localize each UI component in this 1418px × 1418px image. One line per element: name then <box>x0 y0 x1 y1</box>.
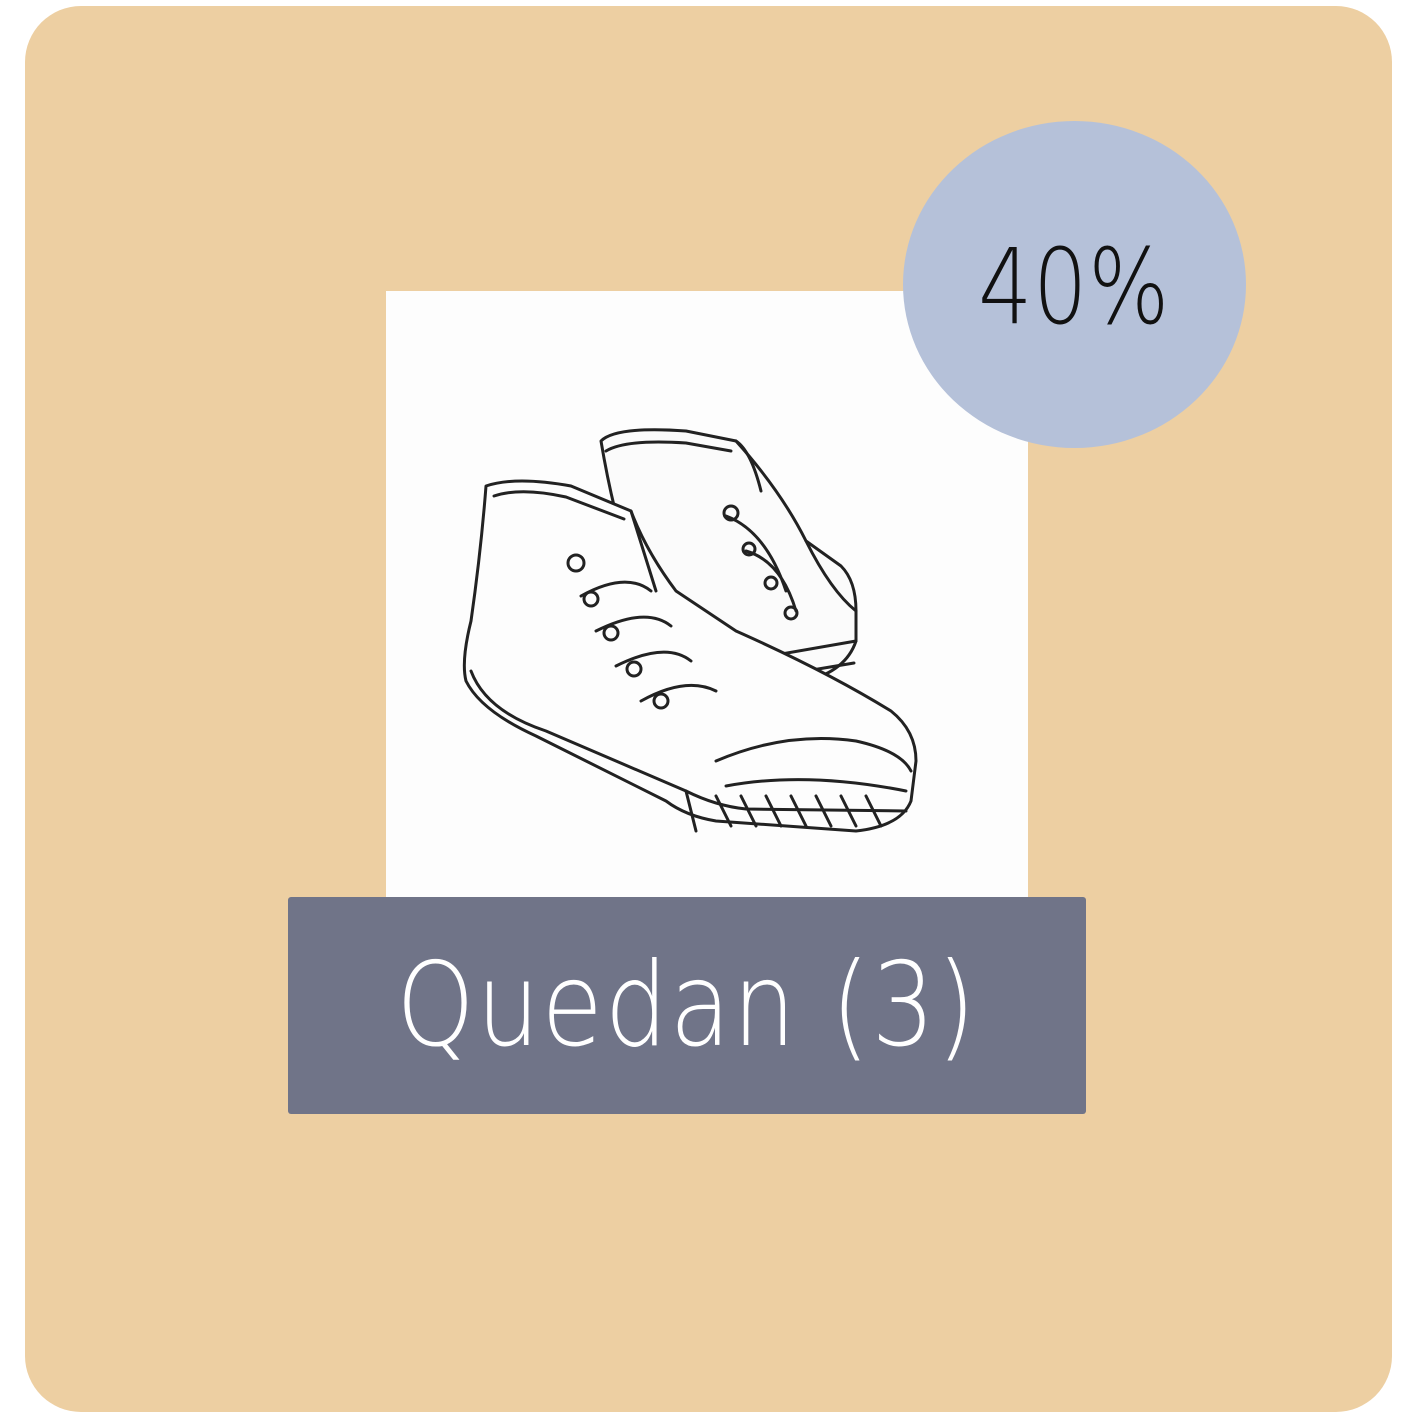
discount-badge: 40% <box>903 121 1246 448</box>
product-card[interactable]: 40% Quedan (3) <box>25 6 1392 1412</box>
sneakers-icon <box>462 428 918 833</box>
category-label[interactable]: Quedan (3) <box>288 897 1086 1114</box>
product-image <box>386 291 1028 903</box>
discount-text: 40% <box>978 225 1171 348</box>
category-label-text: Quedan (3) <box>396 938 978 1073</box>
